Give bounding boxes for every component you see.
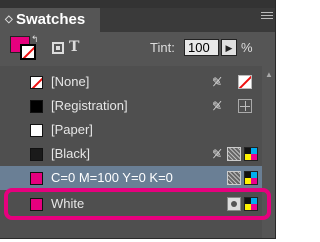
- swatch-name: [Registration]: [51, 98, 128, 113]
- tint-label: Tint:: [150, 40, 175, 55]
- scroll-up-icon[interactable]: ▲: [265, 70, 273, 79]
- swatch-chip: [30, 172, 43, 185]
- swatch-name: C=0 M=100 Y=0 K=0: [51, 170, 173, 185]
- cmyk-mode-icon: [244, 147, 258, 161]
- swatch-name: [Paper]: [51, 122, 93, 137]
- no-edit-icon: ✎̸: [211, 75, 223, 89]
- panel-menu-icon[interactable]: [261, 10, 273, 20]
- no-edit-icon: ✎̸: [211, 147, 223, 161]
- panel-top-strip: [0, 0, 275, 8]
- formatting-container-icon[interactable]: [52, 42, 64, 54]
- no-edit-icon: ✎̸: [211, 99, 223, 113]
- highlight-outline: [4, 188, 271, 220]
- tint-percent-label: %: [241, 40, 253, 55]
- tint-slider-button[interactable]: ▶: [221, 39, 237, 56]
- swatch-chip: [30, 100, 43, 113]
- swatch-row-paper[interactable]: [Paper]: [0, 118, 262, 142]
- panel-title: Swatches: [16, 11, 86, 28]
- stroke-swatch[interactable]: [20, 44, 36, 60]
- panel-tab-swatches[interactable]: ◇ Swatches: [0, 8, 100, 32]
- formatting-text-icon[interactable]: T: [69, 39, 79, 55]
- swatch-row-registration[interactable]: [Registration] ✎̸: [0, 94, 262, 118]
- tab-bar: [100, 8, 275, 32]
- swatch-chip: [30, 124, 43, 137]
- cmyk-mode-icon: [244, 171, 258, 185]
- swatch-row-magenta[interactable]: C=0 M=100 Y=0 K=0: [0, 166, 262, 190]
- process-color-icon: [227, 147, 241, 161]
- swatch-row-black[interactable]: [Black] ✎̸: [0, 142, 262, 166]
- none-icon: [238, 75, 252, 89]
- swatch-chip: [30, 148, 43, 161]
- collapse-icon[interactable]: ◇: [5, 8, 13, 32]
- registration-icon: [238, 99, 252, 113]
- process-color-icon: [227, 171, 241, 185]
- tint-input[interactable]: 100: [184, 39, 219, 56]
- swatch-row-none[interactable]: [None] ✎̸: [0, 70, 262, 94]
- swatch-name: [None]: [51, 74, 90, 89]
- swatch-chip: [30, 76, 43, 89]
- swatch-name: [Black]: [51, 146, 91, 161]
